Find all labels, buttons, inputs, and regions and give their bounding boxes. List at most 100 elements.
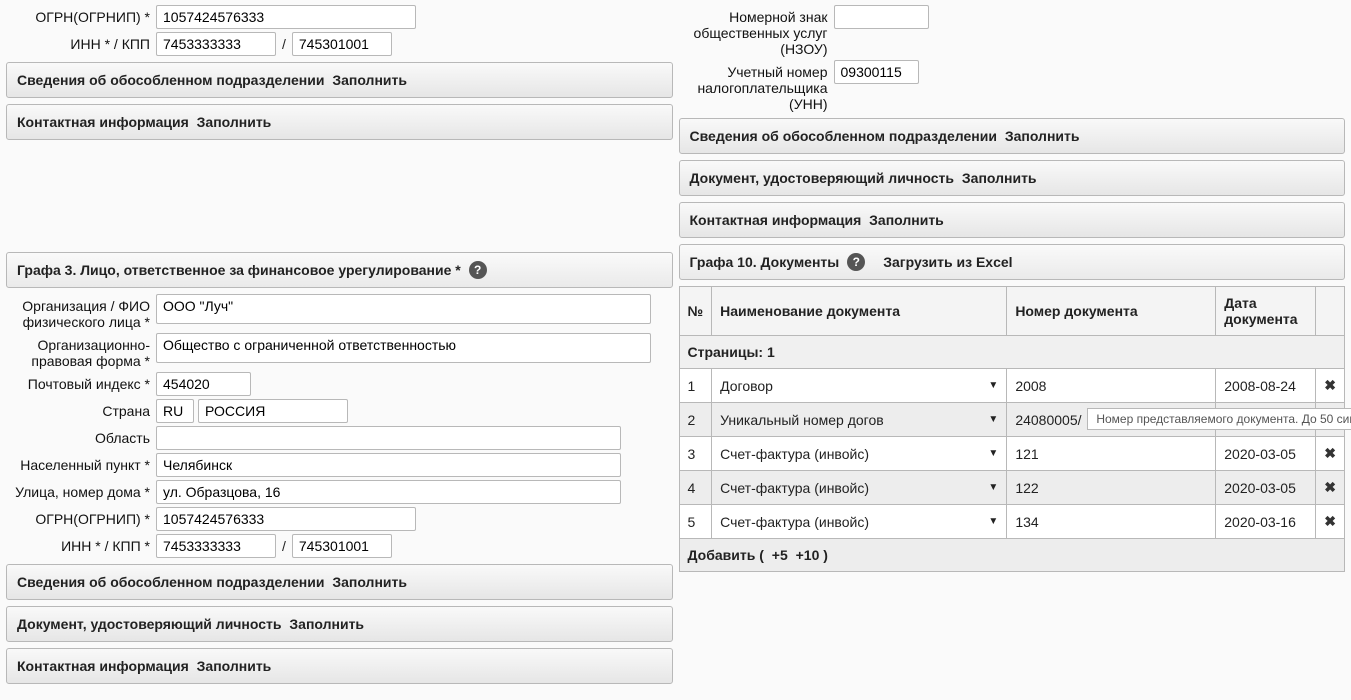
doc-name-value: Счет-фактура (инвойс) xyxy=(720,514,869,530)
panel-contact-3[interactable]: Контактная информация Заполнить xyxy=(6,648,673,684)
add-plus10[interactable]: +10 xyxy=(796,547,820,563)
cell-num: 5 xyxy=(679,505,712,539)
fill-link[interactable]: Заполнить xyxy=(197,658,272,674)
delete-row-icon[interactable]: ✖ xyxy=(1316,369,1345,403)
fill-link[interactable]: Заполнить xyxy=(332,72,407,88)
load-from-excel-link[interactable]: Загрузить из Excel xyxy=(883,254,1012,270)
panel-title: Сведения об обособленном подразделении xyxy=(17,574,324,590)
add-plus5[interactable]: +5 xyxy=(772,547,788,563)
help-icon[interactable]: ? xyxy=(469,261,487,279)
fill-link[interactable]: Заполнить xyxy=(1005,128,1080,144)
cell-name[interactable]: Уникальный номер догов ▼ xyxy=(712,403,1007,437)
doc-name-value: Договор xyxy=(720,378,773,394)
org-input[interactable]: ООО "Луч" xyxy=(156,294,651,324)
table-row[interactable]: 2 Уникальный номер догов ▼ 24080005/ Ном… xyxy=(679,403,1345,437)
panel-subdivision[interactable]: Сведения об обособленном подразделении З… xyxy=(6,62,673,98)
table-row[interactable]: 3 Счет-фактура (инвойс) ▼ 121 2020-03-05… xyxy=(679,437,1345,471)
panel-title: Контактная информация xyxy=(17,658,189,674)
cell-date[interactable]: 2020-03-05 xyxy=(1216,471,1316,505)
th-docnum: Номер документа xyxy=(1007,287,1216,336)
cell-num: 3 xyxy=(679,437,712,471)
region-input[interactable] xyxy=(156,426,621,450)
cell-name[interactable]: Договор ▼ xyxy=(712,369,1007,403)
cell-docnum[interactable]: 24080005/ Номер представляемого документ… xyxy=(1007,403,1216,437)
delete-row-icon[interactable]: ✖ xyxy=(1316,505,1345,539)
nzou-input[interactable] xyxy=(834,5,929,29)
chevron-down-icon[interactable]: ▼ xyxy=(988,482,998,493)
panel-title: Документ, удостоверяющий личность xyxy=(17,616,282,632)
inn3-input[interactable] xyxy=(156,534,276,558)
panel-identity-r[interactable]: Документ, удостоверяющий личность Заполн… xyxy=(679,160,1346,196)
cell-date[interactable]: 2020-03-16 xyxy=(1216,505,1316,539)
chevron-down-icon[interactable]: ▼ xyxy=(988,516,998,527)
panel-title: Сведения об обособленном подразделении xyxy=(690,128,997,144)
chevron-down-icon[interactable]: ▼ xyxy=(988,380,998,391)
cell-num: 1 xyxy=(679,369,712,403)
section3-title: Графа 3. Лицо, ответственное за финансов… xyxy=(17,262,461,278)
cell-docnum[interactable]: 122 xyxy=(1007,471,1216,505)
inn-input[interactable] xyxy=(156,32,276,56)
street-input[interactable] xyxy=(156,480,621,504)
kpp3-input[interactable] xyxy=(292,534,392,558)
panel-identity-3[interactable]: Документ, удостоверяющий личность Заполн… xyxy=(6,606,673,642)
delete-row-icon[interactable]: ✖ xyxy=(1316,437,1345,471)
table-row[interactable]: 1 Договор ▼ 2008 2008-08-24 ✖ xyxy=(679,369,1345,403)
th-actions xyxy=(1316,287,1345,336)
cell-num: 2 xyxy=(679,403,712,437)
cell-docnum[interactable]: 2008 xyxy=(1007,369,1216,403)
ogrn3-label: ОГРН(ОГРНИП) * xyxy=(6,507,156,527)
th-num: № xyxy=(679,287,712,336)
cell-docnum[interactable]: 121 xyxy=(1007,437,1216,471)
form-label: Организационно-правовая форма * xyxy=(6,333,156,369)
section3-header: Графа 3. Лицо, ответственное за финансов… xyxy=(6,252,673,288)
panel-title: Сведения об обособленном подразделении xyxy=(17,72,324,88)
panel-contact-r[interactable]: Контактная информация Заполнить xyxy=(679,202,1346,238)
table-row[interactable]: 4 Счет-фактура (инвойс) ▼ 122 2020-03-05… xyxy=(679,471,1345,505)
cell-name[interactable]: Счет-фактура (инвойс) ▼ xyxy=(712,505,1007,539)
panel-title: Контактная информация xyxy=(17,114,189,130)
org-label: Организация / ФИО физического лица * xyxy=(6,294,156,330)
cell-docnum[interactable]: 134 xyxy=(1007,505,1216,539)
fill-link[interactable]: Заполнить xyxy=(197,114,272,130)
inn3-label: ИНН * / КПП * xyxy=(6,534,156,554)
slash-divider: / xyxy=(276,534,292,558)
cell-date[interactable]: 2008-08-24 xyxy=(1216,369,1316,403)
fill-link[interactable]: Заполнить xyxy=(869,212,944,228)
country-name-input[interactable] xyxy=(198,399,348,423)
doc-name-value: Уникальный номер догов xyxy=(720,412,884,428)
doc-name-value: Счет-фактура (инвойс) xyxy=(720,480,869,496)
delete-row-icon[interactable]: ✖ xyxy=(1316,471,1345,505)
panel-contact[interactable]: Контактная информация Заполнить xyxy=(6,104,673,140)
panel-subdivision-3[interactable]: Сведения об обособленном подразделении З… xyxy=(6,564,673,600)
paren-close: ) xyxy=(823,547,828,563)
city-label: Населенный пункт * xyxy=(6,453,156,473)
cell-date[interactable]: 2020-03-05 xyxy=(1216,437,1316,471)
postcode-input[interactable] xyxy=(156,372,251,396)
slash-divider: / xyxy=(276,32,292,56)
fill-link[interactable]: Заполнить xyxy=(289,616,364,632)
kpp-input[interactable] xyxy=(292,32,392,56)
country-label: Страна xyxy=(6,399,156,419)
chevron-down-icon[interactable]: ▼ xyxy=(988,414,998,425)
chevron-down-icon[interactable]: ▼ xyxy=(988,448,998,459)
cell-name[interactable]: Счет-фактура (инвойс) ▼ xyxy=(712,471,1007,505)
region-label: Область xyxy=(6,426,156,446)
section10-header: Графа 10. Документы ? Загрузить из Excel xyxy=(679,244,1346,280)
street-label: Улица, номер дома * xyxy=(6,480,156,500)
city-input[interactable] xyxy=(156,453,621,477)
fill-link[interactable]: Заполнить xyxy=(332,574,407,590)
ogrn3-input[interactable] xyxy=(156,507,416,531)
fill-link[interactable]: Заполнить xyxy=(962,170,1037,186)
unn-input[interactable] xyxy=(834,60,919,84)
panel-subdivision-r[interactable]: Сведения об обособленном подразделении З… xyxy=(679,118,1346,154)
table-row[interactable]: 5 Счет-фактура (инвойс) ▼ 134 2020-03-16… xyxy=(679,505,1345,539)
add-label[interactable]: Добавить xyxy=(688,547,756,563)
country-code-input[interactable] xyxy=(156,399,194,423)
legal-form-input[interactable]: Общество с ограниченной ответственностью xyxy=(156,333,651,363)
unn-label: Учетный номер налогоплательщика (УНН) xyxy=(679,60,834,112)
cell-num: 4 xyxy=(679,471,712,505)
ogrn-input[interactable] xyxy=(156,5,416,29)
help-icon[interactable]: ? xyxy=(847,253,865,271)
doc-name-value: Счет-фактура (инвойс) xyxy=(720,446,869,462)
cell-name[interactable]: Счет-фактура (инвойс) ▼ xyxy=(712,437,1007,471)
